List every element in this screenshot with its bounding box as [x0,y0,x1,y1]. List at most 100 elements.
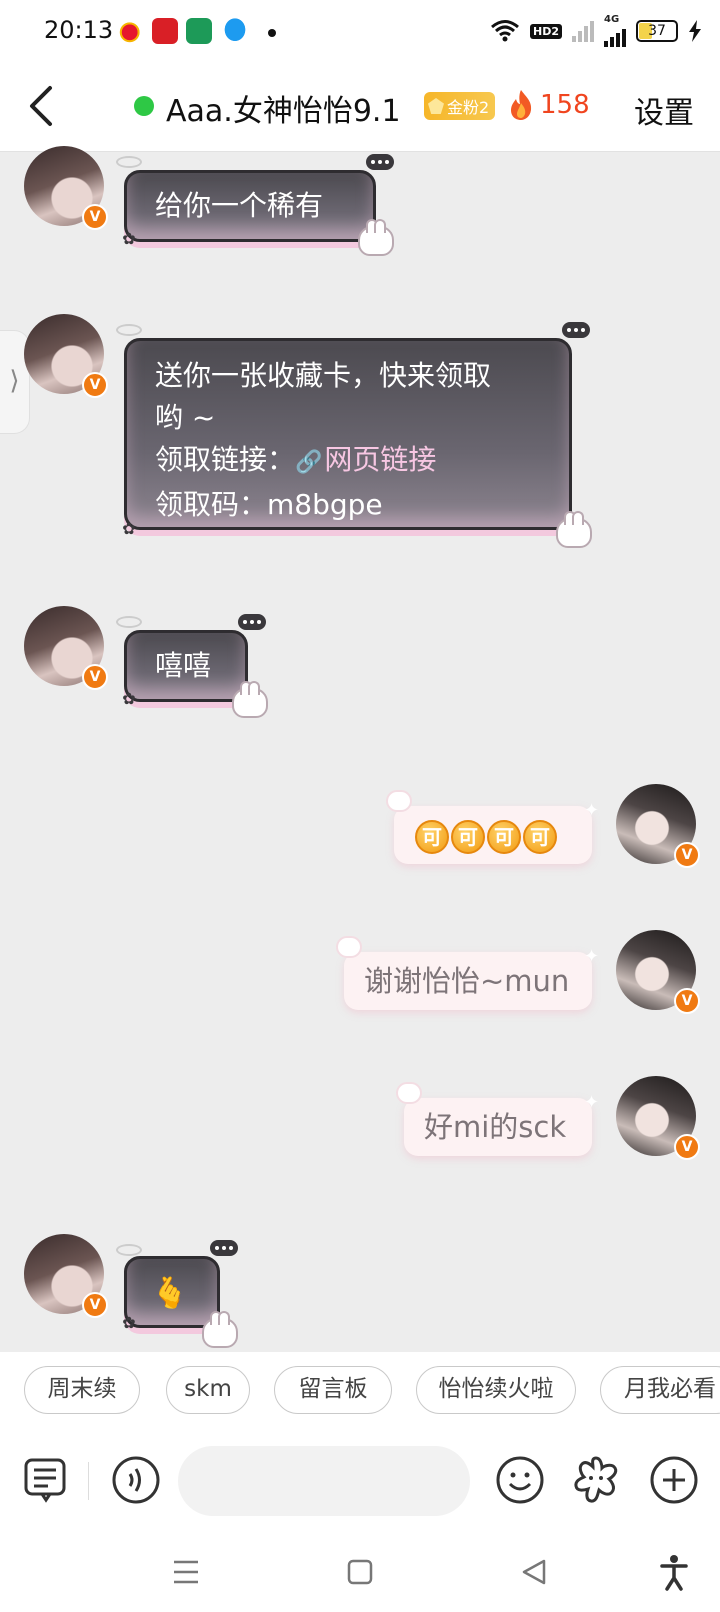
input-bar [0,1436,720,1532]
network-type: 4G [604,14,620,25]
home-nav-icon[interactable] [340,1552,380,1592]
hd-badge: HD2 [530,23,562,39]
verified-badge: V [674,842,700,868]
qq-icon [222,18,248,44]
green-app-icon [186,18,212,44]
more-dots-icon [366,154,394,170]
menu-list-icon[interactable] [20,1454,72,1506]
message-bubble[interactable]: 好mi的sck [396,1082,592,1156]
chat-header: Aaa.女神怡怡9.1 金粉2 158 设置 [0,62,720,152]
battery-icon: 37 [636,20,678,42]
quick-reply-chip[interactable]: 周末续 [24,1366,140,1414]
avatar[interactable]: V [616,930,700,1014]
redeem-code[interactable]: m8bgpe [267,488,383,521]
avatar[interactable]: V [616,784,700,868]
avatar[interactable]: V [24,146,108,230]
sparkle-decoration: ✦ [584,800,600,821]
message-bubble[interactable]: 送你一张收藏卡，快来领取 哟 ~ 领取链接：🔗网页链接 领取码：m8bgpe [124,338,572,530]
message-input[interactable] [178,1446,470,1516]
settings-button[interactable]: 设置 [634,88,694,132]
verified-badge: V [674,1134,700,1160]
ke-emoji: 可 [523,820,557,854]
avatar[interactable]: V [24,606,108,690]
signal-weak-icon [572,20,594,42]
ke-emoji: 可 [487,820,521,854]
avatar[interactable]: V [616,1076,700,1160]
fire-count: 158 [540,90,590,120]
verified-badge: V [82,204,108,230]
message-bubble[interactable]: 🫰 [124,1256,220,1328]
plus-circle-icon[interactable] [648,1454,700,1506]
bunny-decoration [396,1082,422,1104]
bear-decoration: ✿ [122,689,136,708]
message-text: 送你一张收藏卡，快来领取 [155,359,492,392]
ke-emoji: 可 [451,820,485,854]
bear-decoration: ✿ [122,1313,136,1332]
red-app-icon [152,18,178,44]
chat-title[interactable]: Aaa.女神怡怡9.1 [166,86,401,130]
verified-badge: V [674,988,700,1014]
link-icon: 🔗 [295,450,323,475]
fan-level-badge[interactable]: 金粉2 [424,92,496,120]
bear-decoration: ✿ [122,519,136,538]
verified-badge: V [82,372,108,398]
system-nav-bar [0,1532,720,1612]
message-bubble[interactable]: 谢谢怡怡~mun [336,936,592,1010]
weibo-app-icon [118,18,144,44]
menu-nav-icon[interactable] [166,1552,206,1592]
fan-badge-label: 金粉2 [447,98,490,117]
bunny-decoration [556,511,592,548]
quick-reply-chip[interactable]: 怡怡续火啦 [416,1366,576,1414]
web-link[interactable]: 网页链接 [324,443,436,476]
voice-icon[interactable] [110,1454,162,1506]
message-text: 好mi的sck [424,1110,567,1144]
quick-reply-chip[interactable]: 月我必看 [600,1366,720,1414]
quick-reply-chip[interactable]: 留言板 [274,1366,392,1414]
sparkle-decoration: ✦ [584,1092,600,1113]
verified-badge: V [82,664,108,690]
bunny-decoration [202,1311,238,1348]
notification-dot [268,29,276,37]
bunny-decoration [358,219,394,256]
message-text: 谢谢怡怡~mun [364,964,570,998]
status-time: 20:13 [44,16,114,44]
bear-decoration: ✿ [122,229,136,248]
more-dots-icon [238,614,266,630]
message-text: 给你一个稀有 [155,189,324,222]
avatar[interactable]: V [24,314,108,398]
online-status-dot [134,96,154,116]
accessibility-icon[interactable] [654,1552,694,1592]
link-label: 领取链接： [155,443,296,476]
flower-sticker-icon[interactable] [570,1454,622,1506]
quick-reply-bar: 周末续 skm 留言板 怡怡续火啦 月我必看 [0,1352,720,1436]
quick-reply-chip[interactable]: skm [166,1366,250,1414]
divider [88,1462,89,1500]
battery-level: 37 [648,23,666,39]
fire-icon [511,90,532,120]
message-emoji: 🫰 [151,1276,189,1311]
message-bubble[interactable]: 可可可可 [386,790,592,864]
signal-icon [604,25,626,47]
sparkle-decoration: ✦ [584,946,600,967]
status-bar: 20:13 HD2 4G 37 [0,0,720,62]
avatar[interactable]: V [24,1234,108,1318]
code-label: 领取码： [155,488,268,521]
halo-decoration [116,324,142,336]
bunny-decoration [232,681,268,718]
wifi-icon [491,20,519,42]
back-nav-icon[interactable] [514,1552,554,1592]
halo-decoration [116,1244,142,1256]
smiley-icon[interactable] [494,1454,546,1506]
bunny-decoration [336,936,362,958]
chevron-left-icon [30,86,52,126]
message-bubble[interactable]: 给你一个稀有 [124,170,376,242]
ke-emoji: 可 [415,820,449,854]
message-bubble[interactable]: 嘻嘻 [124,630,248,702]
halo-decoration [116,616,142,628]
message-text: 嘻嘻 [155,649,212,682]
halo-decoration [116,156,142,168]
bunny-decoration [386,790,412,812]
message-text: 哟 ~ [155,401,216,434]
back-button[interactable] [22,82,62,130]
gem-icon [428,98,444,114]
